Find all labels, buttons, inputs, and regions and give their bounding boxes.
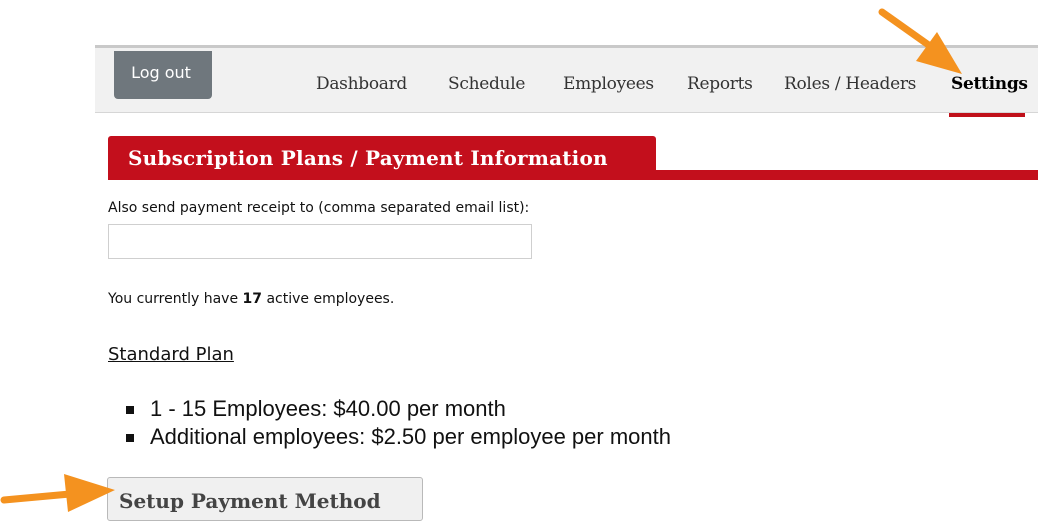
annotation-arrow-icon xyxy=(878,8,962,74)
plan-feature-text: 1 - 15 Employees: $40.00 per month xyxy=(150,396,506,421)
nav-item-employees[interactable]: Employees xyxy=(563,74,654,94)
setup-payment-method-button[interactable]: Setup Payment Method xyxy=(107,477,423,521)
plan-feature: Additional employees: $2.50 per employee… xyxy=(108,423,671,451)
employee-count-suffix: active employees. xyxy=(262,291,395,307)
nav-item-reports[interactable]: Reports xyxy=(687,74,753,94)
bullet-square-icon xyxy=(126,434,134,442)
plan-feature-text: Additional employees: $2.50 per employee… xyxy=(150,424,671,449)
annotation-arrow-icon xyxy=(0,474,115,512)
employee-count-value: 17 xyxy=(242,291,262,307)
bullet-square-icon xyxy=(126,406,134,414)
receipt-email-input[interactable] xyxy=(108,224,532,259)
nav-item-dashboard[interactable]: Dashboard xyxy=(316,74,407,94)
plan-features-list: 1 - 15 Employees: $40.00 per month Addit… xyxy=(108,395,671,451)
plan-feature: 1 - 15 Employees: $40.00 per month xyxy=(108,395,671,423)
plan-title: Standard Plan xyxy=(108,344,234,365)
receipt-email-label: Also send payment receipt to (comma sepa… xyxy=(108,200,530,216)
active-tab-indicator xyxy=(949,113,1025,117)
employee-count-prefix: You currently have xyxy=(108,291,243,307)
active-employee-count: You currently have 17 active employees. xyxy=(108,291,394,307)
section-title: Subscription Plans / Payment Information xyxy=(108,136,656,176)
nav-item-schedule[interactable]: Schedule xyxy=(448,74,525,94)
